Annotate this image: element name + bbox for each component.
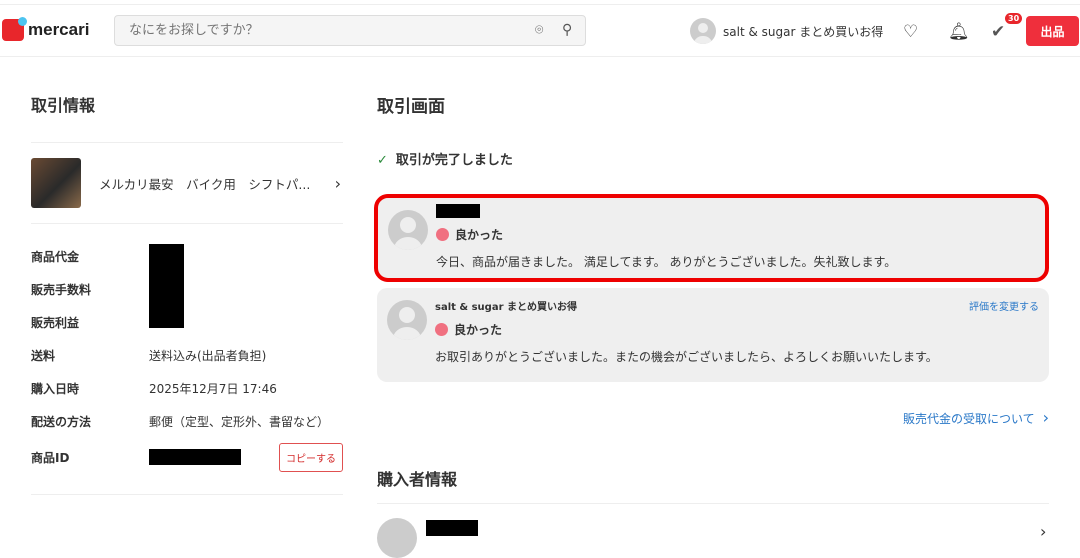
check-icon: ✓ (377, 153, 388, 168)
label: 購入日時 (31, 382, 80, 396)
row-price: 商品代金 (31, 240, 343, 328)
item-link[interactable]: メルカリ最安 バイク用 シフトパ... › (31, 142, 343, 224)
row-shipping: 送料 送料込み(出品者負担) (31, 339, 343, 372)
buyer-info: 購入者情報 (377, 466, 1049, 504)
value: 郵便（定型、定形外、書留など） (149, 415, 330, 429)
camera-scan-icon[interactable]: ⌾ (535, 22, 543, 38)
logo-text: mercari (28, 20, 90, 39)
label: 送料 (31, 349, 56, 363)
row-delivery: 配送の方法 郵便（定型、定形外、書留など） (31, 405, 343, 438)
label: 配送の方法 (31, 415, 92, 429)
status-text: 取引が完了しました (395, 153, 513, 168)
label: 商品ID (31, 450, 70, 465)
payout-link-text[interactable]: 販売代金の受取について (903, 412, 1035, 426)
section-title: 取引情報 (31, 96, 96, 115)
row-item-id: 商品ID コピーする (31, 438, 343, 476)
buyer-avatar (377, 518, 417, 558)
item-thumbnail (31, 158, 81, 208)
redacted-id (149, 449, 241, 465)
user-menu[interactable]: salt & sugar まとめ買いお得 (690, 18, 883, 44)
check-icon[interactable]: ✔ (991, 22, 1005, 42)
value: 送料込み(出品者負担) (149, 349, 267, 363)
transaction-screen: 取引画面 ✓ 取引が完了しました 良かった 今日、商品が届きました。 満足してます… (374, 92, 1049, 427)
payout-link[interactable]: 販売代金の受取について › (377, 408, 1049, 427)
search-icon[interactable]: ⚲ (562, 22, 572, 38)
label: 販売利益 (31, 316, 80, 330)
page-title: 取引画面 (377, 97, 445, 117)
avatar (388, 210, 428, 250)
chevron-right-icon: › (1042, 408, 1049, 427)
heart-icon[interactable]: ♡ (903, 22, 918, 42)
seller-review: salt & sugar まとめ買いお得 評価を変更する 良かった お取引ありがと… (377, 288, 1049, 382)
transaction-info: 取引情報 メルカリ最安 バイク用 シフトパ... › 商品代金 販売手数料 販売… (31, 92, 343, 495)
redacted-name (436, 204, 480, 218)
value: 2025年12月7日 17:46 (149, 382, 277, 396)
buyer-review: 良かった 今日、商品が届きました。 満足してます。 ありがとうございました。失礼… (374, 194, 1049, 282)
chevron-right-icon: › (334, 173, 341, 193)
rating: 良かった (455, 228, 504, 242)
comment: お取引ありがとうございました。またの機会がございましたら、よろしくお願いいたしま… (435, 350, 938, 364)
reviewer-name: salt & sugar まとめ買いお得 (435, 302, 577, 313)
comment: 今日、商品が届きました。 満足してます。 ありがとうございました。失礼致します。 (436, 255, 897, 269)
row-fee: 販売手数料 (31, 273, 343, 306)
copy-button[interactable]: コピーする (279, 442, 343, 472)
redacted-values (149, 244, 184, 328)
bell-icon[interactable]: 🔔︎ (948, 22, 970, 42)
good-face-icon (436, 228, 449, 241)
row-purchase-date: 購入日時 2025年12月7日 17:46 (31, 372, 343, 405)
mercari-logo[interactable]: mercari (2, 17, 90, 41)
status: ✓ 取引が完了しました (377, 149, 1049, 168)
username: salt & sugar まとめ買いお得 (723, 24, 884, 39)
change-rating-link[interactable]: 評価を変更する (969, 298, 1039, 313)
rating: 良かった (454, 323, 503, 337)
label: 商品代金 (31, 250, 80, 264)
row-profit: 販売利益 (31, 306, 343, 339)
avatar (690, 18, 716, 44)
avatar (387, 300, 427, 340)
redacted-buyer-name (426, 520, 478, 536)
logo-icon (2, 17, 27, 41)
sell-button[interactable]: 出品 (1026, 16, 1079, 46)
label: 販売手数料 (31, 283, 92, 297)
section-title: 購入者情報 (377, 470, 458, 489)
chevron-right-icon[interactable]: › (1040, 522, 1046, 541)
good-face-icon (435, 323, 448, 336)
divider (31, 494, 343, 495)
search-bar: ⌾ ⚲ (114, 15, 586, 46)
header: mercari ⌾ ⚲ salt & sugar まとめ買いお得 ♡ 🔔︎ ✔ … (0, 4, 1080, 57)
search-input[interactable] (115, 16, 515, 45)
item-name: メルカリ最安 バイク用 シフトパ... (99, 176, 311, 192)
todo-badge: 30 (1005, 13, 1023, 24)
